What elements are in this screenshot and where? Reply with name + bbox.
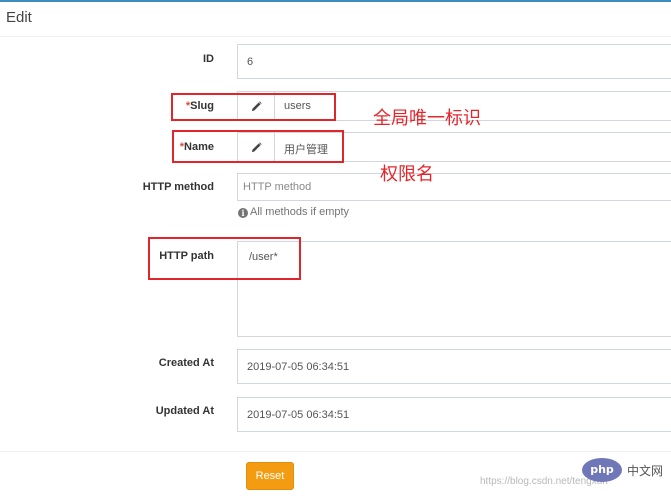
created-at-field[interactable]: 2019-07-05 06:34:51: [237, 349, 671, 384]
id-field[interactable]: 6: [237, 44, 671, 79]
http-path-textarea[interactable]: /user*: [237, 241, 671, 337]
reset-button[interactable]: Reset: [246, 462, 294, 490]
id-value: 6: [247, 56, 254, 68]
updated-at-value: 2019-07-05 06:34:51: [247, 409, 350, 421]
php-logo: php: [582, 458, 622, 482]
http-method-placeholder: HTTP method: [243, 181, 312, 193]
id-label-text: ID: [203, 53, 214, 65]
http-method-help: i All methods if empty: [238, 206, 349, 218]
created-at-label: Created At: [120, 357, 214, 369]
created-at-label-text: Created At: [158, 357, 214, 369]
info-circle-icon: i: [238, 208, 248, 218]
panel-title: Edit: [6, 9, 32, 26]
id-label: ID: [160, 53, 214, 65]
panel-header: Edit: [0, 2, 671, 37]
name-annotation: 权限名: [380, 164, 434, 185]
slug-highlight-box: [171, 93, 336, 121]
http-method-label: HTTP method: [120, 181, 214, 193]
php-cn-text: 中文网: [627, 464, 664, 478]
created-at-value: 2019-07-05 06:34:51: [247, 361, 350, 373]
http-method-select[interactable]: HTTP method: [237, 173, 671, 201]
updated-at-field[interactable]: 2019-07-05 06:34:51: [237, 397, 671, 432]
slug-annotation: 全局唯一标识: [373, 108, 481, 129]
updated-at-label-text: Updated At: [155, 405, 214, 417]
http-method-help-text: All methods if empty: [250, 206, 350, 218]
http-path-highlight-box: [148, 237, 301, 280]
updated-at-label: Updated At: [120, 405, 214, 417]
name-highlight-box: [172, 130, 344, 163]
http-method-label-text: HTTP method: [142, 181, 214, 193]
